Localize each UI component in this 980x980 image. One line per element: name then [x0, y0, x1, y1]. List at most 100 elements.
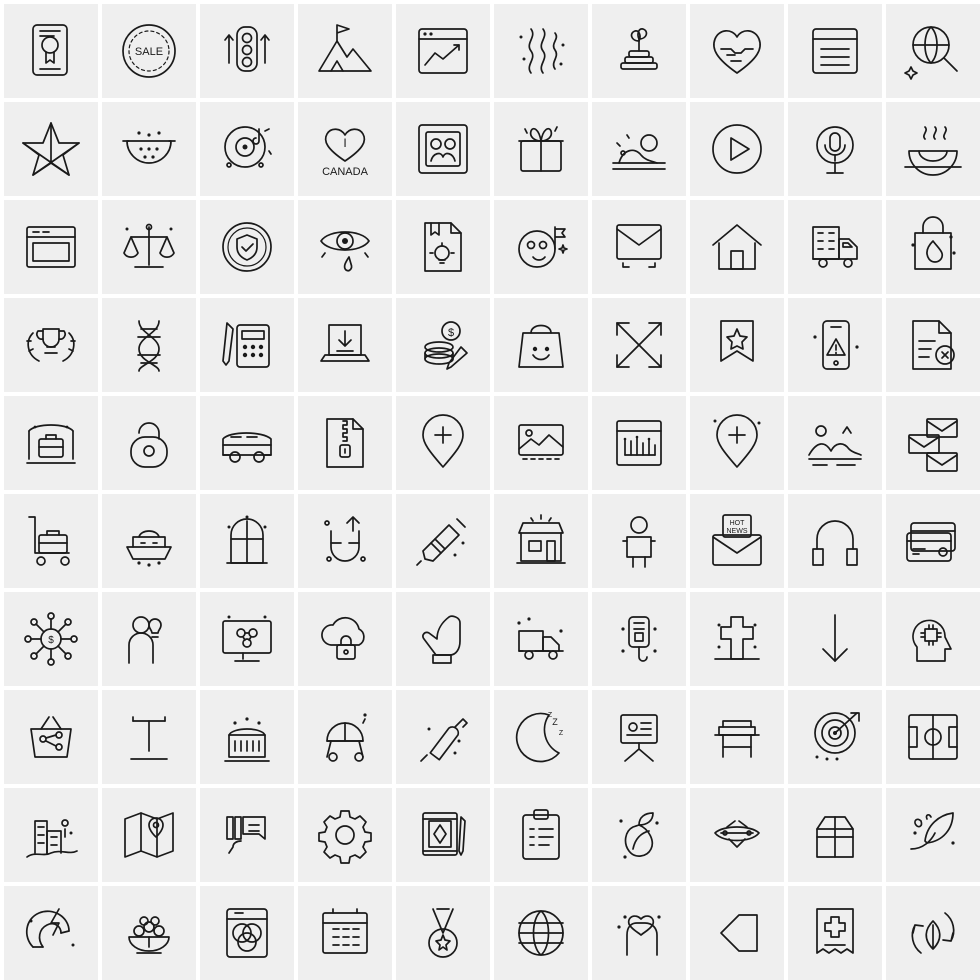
- icon-cell-microphone-icon[interactable]: [788, 102, 882, 196]
- icon-cell-dna-helix-icon[interactable]: [102, 298, 196, 392]
- icon-cell-cloud-security-lock-icon[interactable]: [298, 592, 392, 686]
- icon-cell-framed-portrait-icon[interactable]: [396, 102, 490, 196]
- icon-cell-home-house-icon[interactable]: [690, 200, 784, 294]
- icon-cell-syringe-injection-icon[interactable]: [396, 494, 490, 588]
- icon-cell-person-idea-icon[interactable]: [102, 592, 196, 686]
- icon-cell-add-location-pin-icon[interactable]: [396, 396, 490, 490]
- icon-cell-idea-document-icon[interactable]: [396, 200, 490, 294]
- icon-cell-storefront-shop-icon[interactable]: [494, 494, 588, 588]
- icon-cell-traffic-light-icon[interactable]: [200, 4, 294, 98]
- icon-cell-analytics-board-icon[interactable]: [592, 396, 686, 490]
- icon-cell-folded-map-pin-icon[interactable]: [102, 788, 196, 882]
- icon-cell-hand-heart-care-icon[interactable]: [592, 886, 686, 980]
- icon-cell-baby-stroller-icon[interactable]: [298, 690, 392, 784]
- icon-cell-colander-strainer-icon[interactable]: [102, 102, 196, 196]
- icon-cell-pocket-knife-icon[interactable]: [690, 788, 784, 882]
- icon-cell-iv-drip-bag-icon[interactable]: [592, 592, 686, 686]
- icon-cell-delivery-truck-building-icon[interactable]: [788, 200, 882, 294]
- icon-cell-head-gear-thinking-icon[interactable]: [886, 592, 980, 686]
- icon-cell-sunset-hills-icon[interactable]: [592, 102, 686, 196]
- icon-cell-moon-flag-icon[interactable]: [494, 200, 588, 294]
- icon-cell-presentation-easel-icon[interactable]: [592, 690, 686, 784]
- icon-cell-global-search-icon[interactable]: [886, 4, 980, 98]
- icon-cell-document-error-icon[interactable]: [886, 298, 980, 392]
- icon-cell-star-badge-ribbon-icon[interactable]: [690, 298, 784, 392]
- icon-cell-calculator-pen-icon[interactable]: [200, 298, 294, 392]
- icon-cell-rolling-pin-icon[interactable]: [396, 690, 490, 784]
- icon-cell-open-cardboard-box-icon[interactable]: [788, 788, 882, 882]
- icon-cell-share-basket-icon[interactable]: [4, 690, 98, 784]
- icon-cell-headphones-icon[interactable]: [788, 494, 882, 588]
- icon-cell-globe-grid-icon[interactable]: [494, 886, 588, 980]
- icon-cell-soup-bowl-icon[interactable]: [886, 102, 980, 196]
- icon-cell-book-notebook-pen-icon[interactable]: [396, 788, 490, 882]
- icon-cell-delivery-truck-icon[interactable]: [494, 592, 588, 686]
- icon-cell-plant-coins-growth-icon[interactable]: [592, 4, 686, 98]
- icon-cell-target-dartboard-icon[interactable]: [788, 690, 882, 784]
- icon-cell-grave-cross-icon[interactable]: [690, 592, 784, 686]
- icon-cell-love-letter-quill-icon[interactable]: [886, 788, 980, 882]
- icon-cell-play-button-icon[interactable]: [690, 102, 784, 196]
- icon-cell-user-feedback-icon[interactable]: [200, 788, 294, 882]
- icon-cell-zip-file-icon[interactable]: [298, 396, 392, 490]
- icon-cell-heart-handshake-icon[interactable]: [690, 4, 784, 98]
- icon-cell-mountain-flag-icon[interactable]: [298, 4, 392, 98]
- icon-cell-mobile-warning-icon[interactable]: [788, 298, 882, 392]
- icon-cell-football-field-icon[interactable]: [886, 690, 980, 784]
- icon-cell-hand-care-icon[interactable]: [396, 592, 490, 686]
- icon-cell-star-ribbon-icon[interactable]: [4, 102, 98, 196]
- icon-cell-boat-ship-icon[interactable]: [102, 494, 196, 588]
- icon-cell-padlock-round-icon[interactable]: [102, 396, 196, 490]
- icon-cell-heat-waves-icon[interactable]: [494, 4, 588, 98]
- icon-cell-text-tool-icon[interactable]: [102, 690, 196, 784]
- icon-cell-calendar-grid-icon[interactable]: [298, 886, 392, 980]
- icon-cell-sleep-moon-icon[interactable]: ZZZ: [494, 690, 588, 784]
- icon-cell-monitor-molecule-icon[interactable]: [200, 592, 294, 686]
- icon-cell-eye-tear-icon[interactable]: [298, 200, 392, 294]
- icon-cell-trophy-laurel-icon[interactable]: [4, 298, 98, 392]
- icon-cell-i-love-canada-icon[interactable]: I CANADA: [298, 102, 392, 196]
- icon-cell-fire-bag-icon[interactable]: [886, 200, 980, 294]
- icon-cell-money-network-icon[interactable]: $: [4, 592, 98, 686]
- icon-cell-fruit-bowl-scale-icon[interactable]: [102, 886, 196, 980]
- icon-cell-chevron-left-banner-icon[interactable]: [690, 886, 784, 980]
- icon-cell-award-medal-icon[interactable]: [396, 886, 490, 980]
- icon-cell-justice-scales-icon[interactable]: [102, 200, 196, 294]
- icon-cell-download-laptop-icon[interactable]: [298, 298, 392, 392]
- icon-cell-shield-protection-icon[interactable]: [200, 200, 294, 294]
- icon-cell-arch-window-icon[interactable]: [200, 494, 294, 588]
- icon-cell-photo-gallery-icon[interactable]: [494, 396, 588, 490]
- icon-cell-settings-gear-icon[interactable]: [298, 788, 392, 882]
- icon-cell-shopping-bag-smile-icon[interactable]: [494, 298, 588, 392]
- icon-cell-money-coins-pen-icon[interactable]: $: [396, 298, 490, 392]
- icon-cell-briefcase-stage-icon[interactable]: [4, 396, 98, 490]
- icon-cell-globe-leaf-eco-icon[interactable]: [592, 788, 686, 882]
- icon-cell-city-buildings-icon[interactable]: [4, 788, 98, 882]
- icon-cell-browser-chart-icon[interactable]: [396, 4, 490, 98]
- icon-cell-clipboard-checklist-icon[interactable]: [494, 788, 588, 882]
- icon-cell-van-vehicle-icon[interactable]: [200, 396, 294, 490]
- icon-cell-luggage-cart-icon[interactable]: [4, 494, 98, 588]
- icon-cell-school-desk-icon[interactable]: [690, 690, 784, 784]
- icon-cell-window-frame-icon[interactable]: [4, 200, 98, 294]
- icon-cell-hot-news-envelope-icon[interactable]: HOT NEWS: [690, 494, 784, 588]
- icon-cell-color-venn-document-icon[interactable]: [200, 886, 294, 980]
- icon-cell-crossed-frame-icon[interactable]: [592, 298, 686, 392]
- icon-cell-certificate-document-icon[interactable]: [4, 4, 98, 98]
- icon-cell-medical-bill-icon[interactable]: [788, 886, 882, 980]
- icon-cell-fountain-water-icon[interactable]: [200, 690, 294, 784]
- icon-cell-sale-badge-icon[interactable]: SALE: [102, 4, 196, 98]
- icon-cell-gift-box-icon[interactable]: [494, 102, 588, 196]
- icon-cell-down-arrow-icon[interactable]: [788, 592, 882, 686]
- icon-cell-email-envelope-icon[interactable]: [592, 200, 686, 294]
- icon-cell-vinyl-record-music-icon[interactable]: [200, 102, 294, 196]
- icon-cell-person-standing-icon[interactable]: [592, 494, 686, 588]
- icon-cell-multiple-envelopes-icon[interactable]: [886, 396, 980, 490]
- icon-cell-magnet-power-icon[interactable]: [4, 886, 98, 980]
- icon-cell-eco-leaf-cycle-icon[interactable]: [886, 886, 980, 980]
- icon-cell-credit-cards-icon[interactable]: [886, 494, 980, 588]
- icon-cell-document-lines-icon[interactable]: [788, 4, 882, 98]
- icon-cell-island-scenery-icon[interactable]: [788, 396, 882, 490]
- icon-cell-medical-location-pin-icon[interactable]: [690, 396, 784, 490]
- icon-cell-magnet-arrow-icon[interactable]: [298, 494, 392, 588]
